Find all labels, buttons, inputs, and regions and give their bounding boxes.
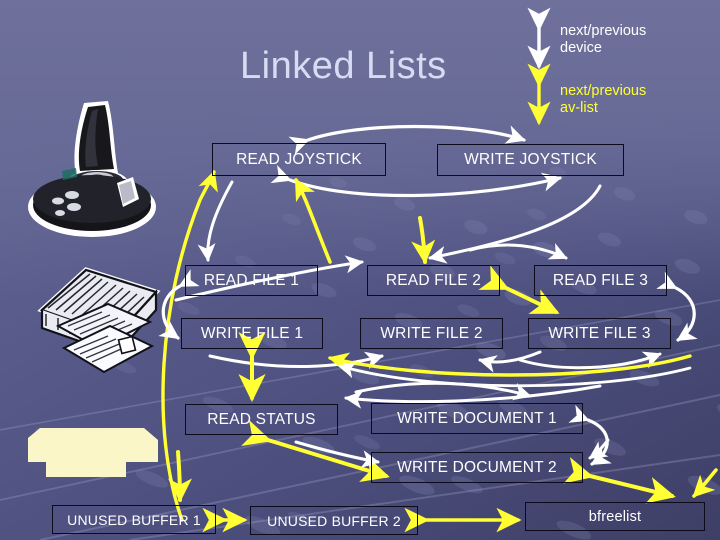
node-write-file-1[interactable]: WRITE FILE 1 — [181, 318, 323, 349]
node-unused-buffer-2[interactable]: UNUSED BUFFER 2 — [250, 506, 418, 535]
legend-device-label: next/previous device — [560, 23, 647, 56]
node-read-joystick[interactable]: READ JOYSTICK — [212, 143, 386, 176]
node-write-document-1[interactable]: WRITE DOCUMENT 1 — [371, 403, 583, 434]
node-read-status[interactable]: READ STATUS — [185, 404, 338, 435]
joystick-clipart — [28, 101, 156, 237]
node-unused-buffer-1[interactable]: UNUSED BUFFER 1 — [52, 505, 216, 534]
node-bfreelist[interactable]: bfreelist — [525, 502, 705, 531]
node-read-file-2[interactable]: READ FILE 2 — [367, 265, 500, 296]
node-write-file-3[interactable]: WRITE FILE 3 — [528, 318, 671, 349]
slide-canvas: Linked Lists next/previous device next/p… — [0, 0, 720, 540]
node-write-file-2[interactable]: WRITE FILE 2 — [360, 318, 503, 349]
legend-avlist-label: next/previous av-list — [560, 83, 647, 116]
node-read-file-1[interactable]: READ FILE 1 — [185, 265, 318, 296]
node-write-joystick[interactable]: WRITE JOYSTICK — [437, 144, 624, 176]
cream-plinth-shape — [28, 428, 158, 477]
document-tray-clipart — [37, 267, 161, 374]
node-write-document-2[interactable]: WRITE DOCUMENT 2 — [371, 452, 583, 483]
node-read-file-3[interactable]: READ FILE 3 — [534, 265, 667, 296]
page-title: Linked Lists — [240, 45, 447, 87]
